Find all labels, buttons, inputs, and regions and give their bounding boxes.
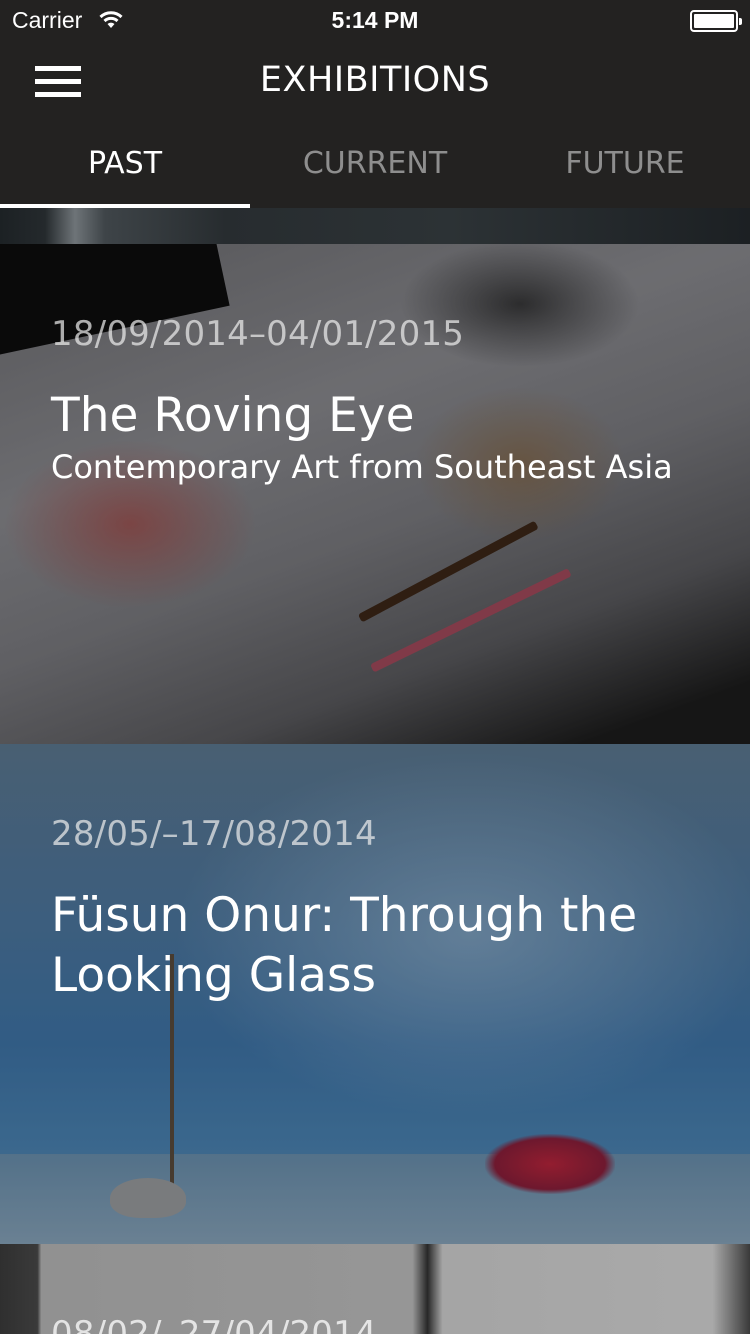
status-time: 5:14 PM: [331, 7, 419, 33]
exhibition-dates: 08/02/–27/04/2014: [51, 1314, 377, 1334]
exhibition-card[interactable]: 18/09/2014–04/01/2015 The Roving Eye Con…: [0, 244, 750, 744]
exhibition-list[interactable]: 18/09/2014–04/01/2015 The Roving Eye Con…: [0, 208, 750, 1334]
battery-icon: [690, 10, 742, 32]
exhibition-image: [0, 208, 750, 244]
exhibition-title: The Roving Eye: [51, 388, 415, 443]
tab-current[interactable]: CURRENT: [250, 124, 500, 208]
status-bar: Carrier 5:14 PM: [0, 0, 750, 40]
tab-past[interactable]: PAST: [0, 124, 250, 208]
exhibition-card-partial[interactable]: 08/02/–27/04/2014: [0, 1244, 750, 1334]
exhibition-dates: 28/05/–17/08/2014: [51, 814, 377, 854]
exhibition-subtitle: Contemporary Art from Southeast Asia: [51, 448, 673, 486]
exhibition-title: Füsun Onur: Through the Looking Glass: [51, 888, 638, 1003]
tab-future[interactable]: FUTURE: [500, 124, 750, 208]
navigation-bar: EXHIBITIONS: [0, 40, 750, 124]
page-title: EXHIBITIONS: [259, 60, 491, 100]
tab-bar: PAST CURRENT FUTURE: [0, 124, 750, 208]
exhibition-card[interactable]: 28/05/–17/08/2014 Füsun Onur: Through th…: [0, 744, 750, 1244]
exhibition-card-partial[interactable]: [0, 208, 750, 244]
exhibition-dates: 18/09/2014–04/01/2015: [51, 314, 465, 354]
